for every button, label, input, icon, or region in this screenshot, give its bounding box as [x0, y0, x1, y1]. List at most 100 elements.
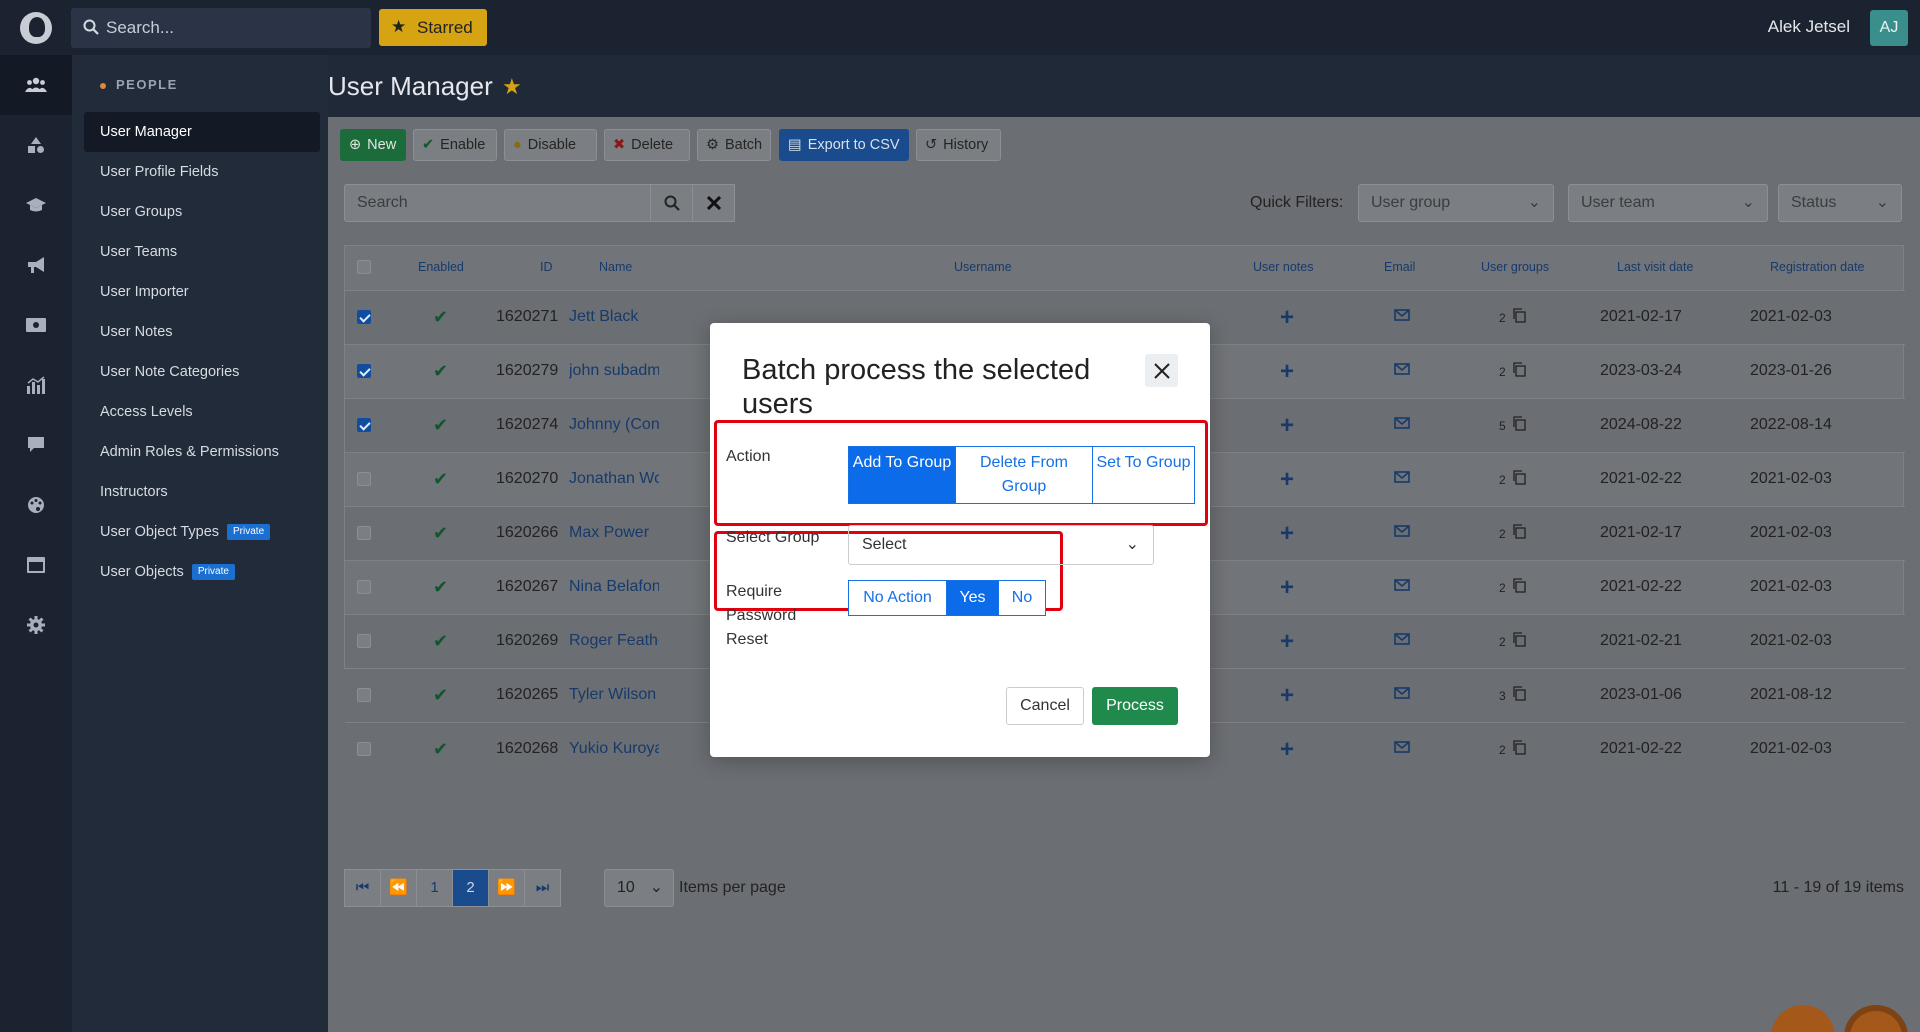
- row-checkbox[interactable]: [357, 742, 371, 756]
- copy-icon[interactable]: [1512, 362, 1526, 382]
- row-name-link[interactable]: Jett Black: [569, 308, 659, 326]
- favorite-star-icon[interactable]: ★: [502, 74, 522, 100]
- sidebar-item-admin-roles[interactable]: Admin Roles & Permissions: [84, 432, 320, 472]
- add-note-icon[interactable]: +: [1280, 466, 1294, 494]
- status-filter[interactable]: Status ⌄: [1778, 184, 1902, 222]
- add-note-icon[interactable]: +: [1280, 736, 1294, 764]
- sidebar-item-user-manager[interactable]: User Manager: [84, 112, 320, 152]
- rail-settings[interactable]: [0, 595, 72, 655]
- history-button[interactable]: ↺ History: [916, 129, 1001, 161]
- header-email[interactable]: Email: [1384, 260, 1415, 274]
- row-checkbox[interactable]: [357, 310, 371, 324]
- clear-search-button[interactable]: [692, 184, 735, 222]
- sidebar-item-user-teams[interactable]: User Teams: [84, 232, 320, 272]
- sidebar-item-user-importer[interactable]: User Importer: [84, 272, 320, 312]
- new-button[interactable]: ⊕ New: [340, 129, 406, 161]
- header-user-groups[interactable]: User groups: [1481, 260, 1549, 274]
- rail-reports[interactable]: [0, 355, 72, 415]
- header-last-visit[interactable]: Last visit date: [1617, 260, 1693, 274]
- rail-calendar[interactable]: [0, 535, 72, 595]
- last-page-button[interactable]: ⏭: [524, 869, 561, 907]
- add-note-icon[interactable]: +: [1280, 358, 1294, 386]
- page-2-button[interactable]: 2: [452, 869, 489, 907]
- starred-button[interactable]: ★ Starred: [379, 9, 487, 46]
- copy-icon[interactable]: [1512, 524, 1526, 544]
- items-per-page-select[interactable]: 10 ⌄: [604, 869, 674, 907]
- header-user-notes[interactable]: User notes: [1253, 260, 1313, 274]
- rail-commerce[interactable]: [0, 295, 72, 355]
- sidebar-item-access-levels[interactable]: Access Levels: [84, 392, 320, 432]
- rail-marketing[interactable]: [0, 235, 72, 295]
- rail-people[interactable]: [0, 55, 72, 115]
- row-checkbox[interactable]: [357, 580, 371, 594]
- add-note-icon[interactable]: +: [1280, 628, 1294, 656]
- select-group-dropdown[interactable]: Select ⌄: [848, 525, 1154, 565]
- email-icon[interactable]: [1394, 740, 1410, 758]
- copy-icon[interactable]: [1512, 416, 1526, 436]
- no-action-button[interactable]: No Action: [848, 580, 947, 616]
- row-name-link[interactable]: Nina Belafonte: [569, 578, 659, 596]
- row-checkbox[interactable]: [357, 364, 371, 378]
- user-team-filter[interactable]: User team ⌄: [1568, 184, 1768, 222]
- row-checkbox[interactable]: [357, 418, 371, 432]
- email-icon[interactable]: [1394, 578, 1410, 596]
- global-search-input[interactable]: Search...: [71, 8, 371, 48]
- user-name[interactable]: Alek Jetsel: [1768, 17, 1850, 37]
- sidebar-item-user-groups[interactable]: User Groups: [84, 192, 320, 232]
- email-icon[interactable]: [1394, 686, 1410, 704]
- row-name-link[interactable]: Johnny (Cond: [569, 416, 659, 434]
- email-icon[interactable]: [1394, 308, 1410, 326]
- row-checkbox[interactable]: [357, 526, 371, 540]
- sidebar-item-user-profile-fields[interactable]: User Profile Fields: [84, 152, 320, 192]
- rail-messages[interactable]: [0, 415, 72, 475]
- add-note-icon[interactable]: +: [1280, 304, 1294, 332]
- add-note-icon[interactable]: +: [1280, 574, 1294, 602]
- yes-button[interactable]: Yes: [946, 580, 999, 616]
- row-name-link[interactable]: Yukio Kuroyama: [569, 740, 659, 758]
- enable-button[interactable]: ✔ Enable: [413, 129, 497, 161]
- copy-icon[interactable]: [1512, 308, 1526, 328]
- header-id[interactable]: ID: [540, 260, 553, 274]
- copy-icon[interactable]: [1512, 470, 1526, 490]
- first-page-button[interactable]: ⏮: [344, 869, 381, 907]
- page-1-button[interactable]: 1: [416, 869, 453, 907]
- add-note-icon[interactable]: +: [1280, 520, 1294, 548]
- copy-icon[interactable]: [1512, 578, 1526, 598]
- search-button[interactable]: [650, 184, 693, 222]
- row-checkbox[interactable]: [357, 634, 371, 648]
- cancel-button[interactable]: Cancel: [1006, 687, 1084, 725]
- row-name-link[interactable]: Max Power: [569, 524, 659, 542]
- add-note-icon[interactable]: +: [1280, 412, 1294, 440]
- header-name[interactable]: Name: [599, 260, 632, 274]
- row-name-link[interactable]: Roger Feathers: [569, 632, 659, 650]
- sidebar-item-user-objects[interactable]: User Objects Private: [84, 552, 320, 592]
- row-checkbox[interactable]: [357, 472, 371, 486]
- select-all-checkbox[interactable]: [357, 260, 371, 274]
- set-to-group-button[interactable]: Set To Group: [1092, 446, 1195, 504]
- email-icon[interactable]: [1394, 524, 1410, 542]
- row-name-link[interactable]: Jonathan Wota: [569, 470, 659, 488]
- delete-button[interactable]: ✖ Delete: [604, 129, 690, 161]
- header-enabled[interactable]: Enabled: [418, 260, 464, 274]
- avatar[interactable]: AJ: [1870, 10, 1908, 46]
- sidebar-item-user-object-types[interactable]: User Object Types Private: [84, 512, 320, 552]
- process-button[interactable]: Process: [1092, 687, 1178, 725]
- email-icon[interactable]: [1394, 632, 1410, 650]
- next-page-button[interactable]: ⏩: [488, 869, 525, 907]
- no-button[interactable]: No: [998, 580, 1046, 616]
- add-to-group-button[interactable]: Add To Group: [848, 446, 956, 504]
- sidebar-item-user-notes[interactable]: User Notes: [84, 312, 320, 352]
- header-registration[interactable]: Registration date: [1770, 260, 1865, 274]
- header-username[interactable]: Username: [954, 260, 1012, 274]
- copy-icon[interactable]: [1512, 686, 1526, 706]
- row-name-link[interactable]: john subadmin: [569, 362, 659, 380]
- export-csv-button[interactable]: ▤ Export to CSV: [779, 129, 909, 161]
- email-icon[interactable]: [1394, 416, 1410, 434]
- delete-from-group-button[interactable]: Delete From Group: [955, 446, 1093, 504]
- user-group-filter[interactable]: User group ⌄: [1358, 184, 1554, 222]
- prev-page-button[interactable]: ⏪: [380, 869, 417, 907]
- sidebar-item-instructors[interactable]: Instructors: [84, 472, 320, 512]
- copy-icon[interactable]: [1512, 632, 1526, 652]
- list-search-input[interactable]: Search: [344, 184, 651, 222]
- sidebar-item-user-note-categories[interactable]: User Note Categories: [84, 352, 320, 392]
